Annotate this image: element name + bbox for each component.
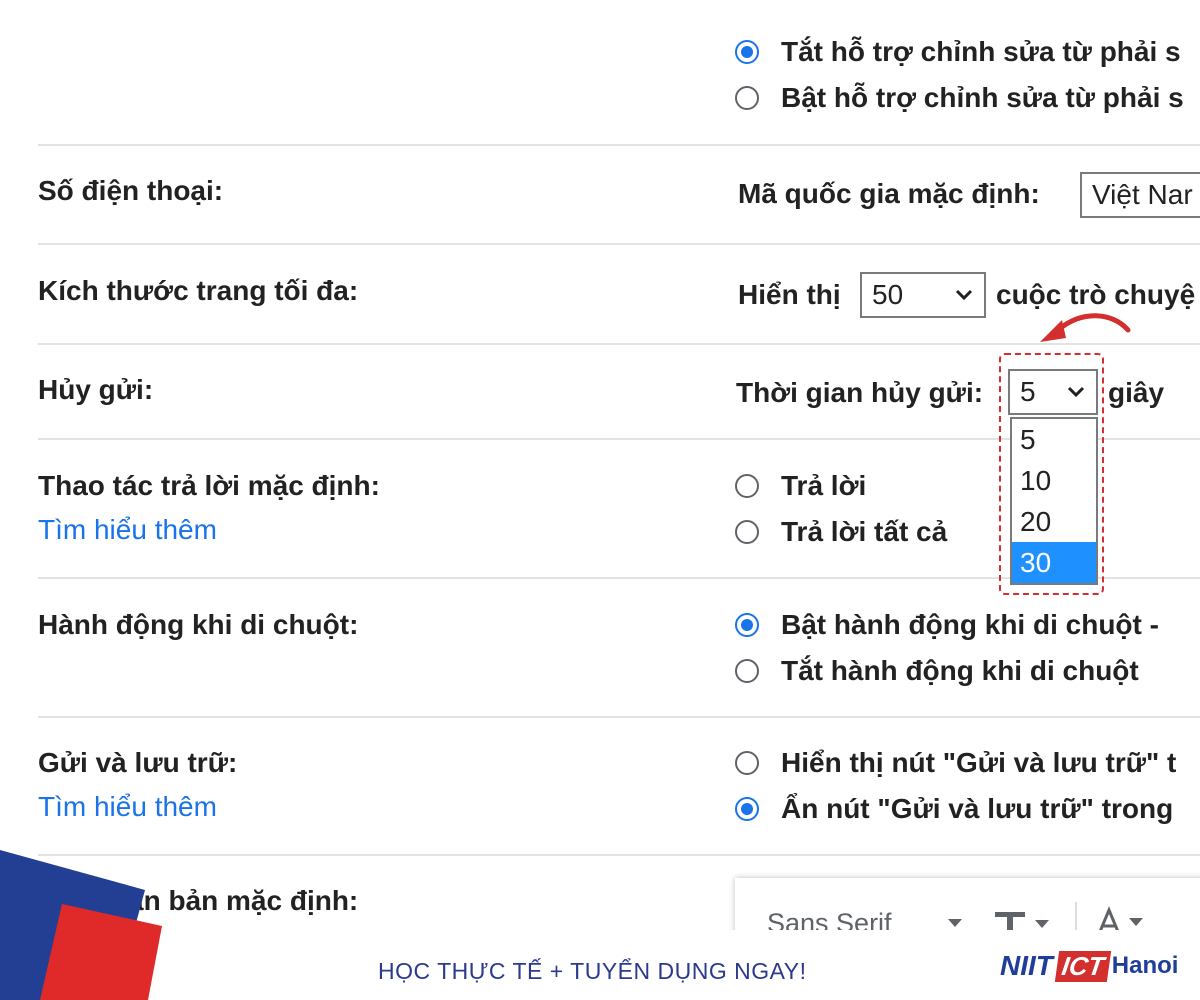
reply-label: Thao tác trả lời mặc định: xyxy=(38,470,380,501)
divider xyxy=(38,243,1200,245)
settings-panel: Tắt hỗ trợ chỉnh sửa từ phải s Bật hỗ tr… xyxy=(0,0,1200,930)
page-size-prefix: Hiển thị xyxy=(738,279,841,310)
logo-hanoi-text: Hanoi xyxy=(1111,952,1179,979)
page-size-label: Kích thước trang tối đa: xyxy=(38,275,359,306)
undo-send-period-label: Thời gian hủy gửi: xyxy=(736,377,984,408)
hover-on-radio[interactable] xyxy=(735,613,759,637)
undo-send-unit: giây xyxy=(1108,377,1165,408)
reply-all-option[interactable]: Trả lời tất cả xyxy=(735,516,947,548)
hover-on-option[interactable]: Bật hành động khi di chuột - xyxy=(735,609,1159,641)
rtl-on-radio[interactable] xyxy=(735,86,759,110)
page-size-select[interactable]: 50 xyxy=(860,272,986,318)
reply-option-label: Trả lời xyxy=(781,470,867,501)
rtl-off-option[interactable]: Tắt hỗ trợ chỉnh sửa từ phải s xyxy=(735,36,1181,68)
reply-radio[interactable] xyxy=(735,474,759,498)
reply-all-option-label: Trả lời tất cả xyxy=(781,516,948,547)
font-family-select[interactable]: Sans Serif xyxy=(767,908,892,930)
divider xyxy=(38,854,1200,856)
toolbar-separator xyxy=(1075,902,1077,930)
send-archive-label: Gửi và lưu trữ: xyxy=(38,747,238,778)
logo-niit-text: NIIT xyxy=(1000,950,1053,981)
divider xyxy=(38,716,1200,718)
send-archive-hide-label: Ẩn nút "Gửi và lưu trữ" trong xyxy=(781,793,1174,824)
rtl-on-option[interactable]: Bật hỗ trợ chỉnh sửa từ phải s xyxy=(735,82,1184,114)
send-archive-show-label: Hiển thị nút "Gửi và lưu trữ" t xyxy=(781,747,1177,778)
hover-off-label: Tắt hành động khi di chuột xyxy=(781,655,1139,686)
hover-off-radio[interactable] xyxy=(735,659,759,683)
hover-on-label: Bật hành động khi di chuột - xyxy=(781,609,1159,640)
text-style-toolbar: Sans Serif xyxy=(735,878,1200,930)
highlight-box xyxy=(999,353,1104,595)
curved-arrow-icon xyxy=(1040,313,1131,342)
niit-ict-logo: NIIT ICT Hanoi xyxy=(1000,943,1178,989)
logo-ict-text: ICT xyxy=(1054,950,1111,982)
page-size-suffix: cuộc trò chuyệ xyxy=(996,279,1196,310)
send-archive-learn-more-link[interactable]: Tìm hiểu thêm xyxy=(38,791,217,823)
rtl-off-radio[interactable] xyxy=(735,40,759,64)
phone-label: Số điện thoại: xyxy=(38,175,224,206)
send-archive-show-option[interactable]: Hiển thị nút "Gửi và lưu trữ" t xyxy=(735,747,1176,779)
undo-send-label: Hủy gửi: xyxy=(38,374,154,405)
footer-slogan: HỌC THỰC TẾ + TUYỂN DỤNG NGAY! xyxy=(378,958,807,984)
text-color-icon[interactable] xyxy=(1095,906,1155,930)
country-code-select[interactable]: Việt Nar xyxy=(1080,172,1200,218)
send-archive-show-radio[interactable] xyxy=(735,751,759,775)
corner-decoration xyxy=(0,850,162,1000)
send-archive-hide-radio[interactable] xyxy=(735,797,759,821)
rtl-off-label: Tắt hỗ trợ chỉnh sửa từ phải s xyxy=(781,36,1181,67)
hover-actions-label: Hành động khi di chuột: xyxy=(38,609,359,640)
reply-all-radio[interactable] xyxy=(735,520,759,544)
hover-off-option[interactable]: Tắt hành động khi di chuột xyxy=(735,655,1139,687)
country-code-value: Việt Nar xyxy=(1092,179,1193,210)
country-code-label: Mã quốc gia mặc định: xyxy=(738,178,1040,209)
text-size-icon[interactable] xyxy=(993,908,1053,930)
send-archive-hide-option[interactable]: Ẩn nút "Gửi và lưu trữ" trong xyxy=(735,793,1173,825)
reply-learn-more-link[interactable]: Tìm hiểu thêm xyxy=(38,514,217,546)
page-size-value: 50 xyxy=(872,279,904,310)
reply-option[interactable]: Trả lời xyxy=(735,470,866,502)
rtl-on-label: Bật hỗ trợ chỉnh sửa từ phải s xyxy=(781,82,1184,113)
chevron-down-icon xyxy=(955,289,973,301)
divider xyxy=(38,144,1200,146)
chevron-down-icon xyxy=(948,919,962,927)
